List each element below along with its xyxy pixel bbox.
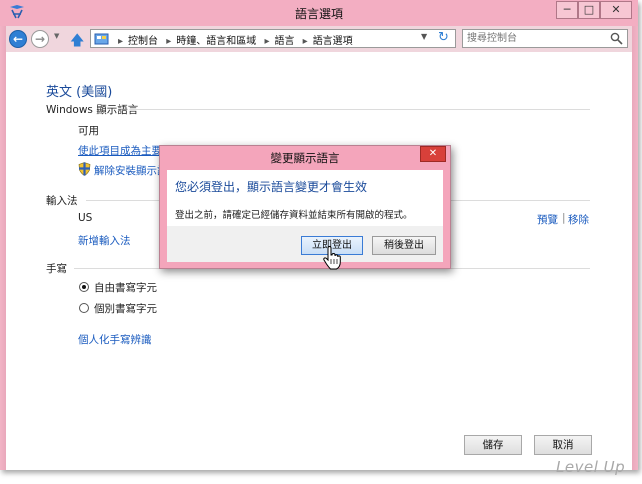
link-separator: | bbox=[562, 212, 566, 224]
window-title: 語言選項 bbox=[294, 7, 343, 21]
input-method-label: 輸入法 bbox=[46, 195, 78, 207]
preview-link[interactable]: 預覽 bbox=[537, 212, 558, 227]
display-language-status: 可用 bbox=[78, 125, 99, 137]
remove-link[interactable]: 移除 bbox=[568, 212, 589, 227]
single-character-radio[interactable] bbox=[79, 303, 89, 313]
title-bar[interactable]: 語言選項 ─ □ ✕ bbox=[0, 0, 638, 26]
forward-button[interactable]: → bbox=[31, 30, 49, 48]
dialog-footer: 立即登出 稍後登出 bbox=[167, 226, 443, 262]
freeform-radio[interactable] bbox=[79, 282, 89, 292]
address-bar[interactable]: ▸ 控制台 ▸ 時鐘、語言和區域 ▸ 語言 ▸ 語言選項 ▼ ↻ bbox=[90, 29, 456, 48]
dialog-detail: 登出之前，請確定已經儲存資料並結束所有開啟的程式。 bbox=[175, 210, 413, 221]
single-character-radio-label[interactable]: 個別書寫字元 bbox=[94, 301, 157, 316]
section-divider bbox=[130, 109, 590, 110]
language-heading: 英文 (美國) bbox=[46, 85, 113, 100]
hand-cursor-icon bbox=[323, 246, 341, 270]
search-input[interactable] bbox=[467, 31, 603, 46]
maximize-button[interactable]: □ bbox=[578, 1, 600, 19]
dialog-body: 您必須登出，顯示語言變更才會生效 登出之前，請確定已經儲存資料並結束所有開啟的程… bbox=[167, 170, 443, 226]
sign-out-later-button[interactable]: 稍後登出 bbox=[372, 236, 436, 255]
search-box[interactable] bbox=[462, 29, 628, 48]
handwriting-label: 手寫 bbox=[46, 263, 67, 275]
save-button[interactable]: 儲存 bbox=[464, 435, 522, 455]
cancel-button[interactable]: 取消 bbox=[534, 435, 592, 455]
breadcrumb-item[interactable]: 時鐘、語言和區域 bbox=[176, 36, 256, 47]
change-display-language-dialog: 變更顯示語言 ✕ 您必須登出，顯示語言變更才會生效 登出之前，請確定已經儲存資料… bbox=[159, 145, 451, 269]
add-input-method-link[interactable]: 新增輸入法 bbox=[78, 233, 131, 248]
dialog-close-button[interactable]: ✕ bbox=[420, 146, 446, 162]
breadcrumb-item[interactable]: 語言 bbox=[274, 36, 294, 47]
refresh-icon[interactable]: ↻ bbox=[438, 30, 449, 45]
windows-display-language-label: Windows 顯示語言 bbox=[46, 104, 139, 116]
personalize-handwriting-link[interactable]: 個人化手寫辨識 bbox=[78, 332, 152, 347]
address-dropdown-icon[interactable]: ▼ bbox=[421, 32, 427, 41]
up-arrow-icon[interactable]: 🡅 bbox=[70, 30, 84, 54]
dialog-message: 您必須登出，顯示語言變更才會生效 bbox=[175, 180, 368, 194]
freeform-radio-label[interactable]: 自由書寫字元 bbox=[94, 280, 157, 295]
input-method-name: US bbox=[78, 212, 93, 224]
uac-shield-icon bbox=[78, 162, 91, 176]
recent-pages-dropdown-icon[interactable]: ▼ bbox=[54, 32, 59, 40]
breadcrumb-item[interactable]: 控制台 bbox=[128, 36, 158, 47]
breadcrumb: ▸ 控制台 ▸ 時鐘、語言和區域 ▸ 語言 ▸ 語言選項 bbox=[118, 36, 353, 47]
search-icon[interactable] bbox=[610, 32, 623, 45]
back-button[interactable]: ← bbox=[9, 30, 27, 48]
control-panel-icon bbox=[94, 33, 109, 45]
breadcrumb-item[interactable]: 語言選項 bbox=[313, 36, 353, 47]
navigation-bar: ← → ▼ 🡅 ▸ 控制台 ▸ 時鐘、語言和區域 ▸ 語言 ▸ 語言選項 ▼ ↻ bbox=[6, 26, 632, 52]
watermark-text: Level Up bbox=[556, 458, 626, 476]
minimize-button[interactable]: ─ bbox=[556, 1, 578, 19]
dialog-title: 變更顯示語言 bbox=[270, 151, 340, 165]
close-button[interactable]: ✕ bbox=[600, 1, 632, 19]
